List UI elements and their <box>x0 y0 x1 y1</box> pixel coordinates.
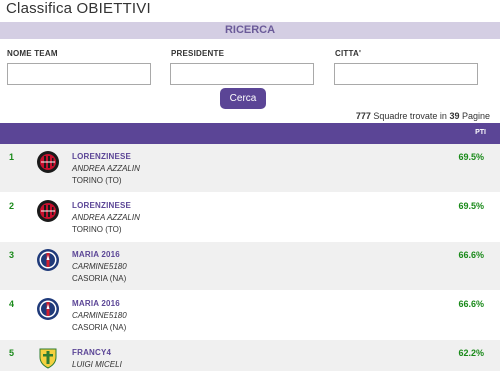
row-rank: 2 <box>9 201 15 211</box>
president-name: ANDREA AZZALIN <box>72 213 140 222</box>
president-name: CARMINE5180 <box>72 311 127 320</box>
president-name: ANDREA AZZALIN <box>72 164 140 173</box>
row-score: 66.6% <box>458 299 484 309</box>
table-row: 4 MARIA 2016 CARMINE5180 CASORIA (NA) 66… <box>0 291 500 340</box>
team-city: TORINO (TO) <box>72 225 122 234</box>
table-row: 1 LORENZINESE ANDREA AZZALIN TORINO (TO)… <box>0 144 500 193</box>
row-rank: 3 <box>9 250 15 260</box>
table-header: PTI <box>0 123 500 144</box>
team-name-link[interactable]: LORENZINESE <box>72 201 131 210</box>
search-button[interactable]: Cerca <box>220 88 266 109</box>
team-city: TORINO (TO) <box>72 176 122 185</box>
row-rank: 4 <box>9 299 15 309</box>
team-name-input[interactable] <box>7 63 151 85</box>
row-score: 62.2% <box>458 348 484 358</box>
row-score: 66.6% <box>458 250 484 260</box>
team-name-link[interactable]: LORENZINESE <box>72 152 131 161</box>
team-name-link[interactable]: FRANCY4 <box>72 348 111 357</box>
psg-crest-icon <box>37 298 59 320</box>
teams-text: Squadre trovate in <box>373 111 447 121</box>
search-band-title: RICERCA <box>0 22 500 39</box>
table-row: 3 MARIA 2016 CARMINE5180 CASORIA (NA) 66… <box>0 242 500 291</box>
ranking-table: 1 LORENZINESE ANDREA AZZALIN TORINO (TO)… <box>0 144 500 371</box>
pages-count: 39 <box>449 111 460 121</box>
milan-crest-icon <box>37 200 59 222</box>
row-score: 69.5% <box>458 152 484 162</box>
city-input[interactable] <box>334 63 478 85</box>
results-summary: 777 Squadre trovate in 39 Pagine <box>356 111 490 121</box>
score-column-header[interactable]: PTI <box>475 129 486 136</box>
team-name-label: NOME TEAM <box>7 49 58 58</box>
team-city: CASORIA (NA) <box>72 274 127 283</box>
psg-crest-icon <box>37 249 59 271</box>
president-name: CARMINE5180 <box>72 262 127 271</box>
president-label: PRESIDENTE <box>171 49 225 58</box>
team-city: CASORIA (NA) <box>72 323 127 332</box>
city-label: CITTA' <box>335 49 362 58</box>
table-row: 5 FRANCY4 LUIGI MICELI 62.2% <box>0 340 500 371</box>
table-row: 2 LORENZINESE ANDREA AZZALIN TORINO (TO)… <box>0 193 500 242</box>
page-title: Classifica OBIETTIVI <box>6 0 151 17</box>
cross-crest-icon <box>39 348 57 369</box>
milan-crest-icon <box>37 151 59 173</box>
team-name-link[interactable]: MARIA 2016 <box>72 299 120 308</box>
row-score: 69.5% <box>458 201 484 211</box>
row-rank: 5 <box>9 348 15 358</box>
president-input[interactable] <box>170 63 314 85</box>
president-name: LUIGI MICELI <box>72 360 122 369</box>
team-name-link[interactable]: MARIA 2016 <box>72 250 120 259</box>
pages-text: Pagine <box>461 111 490 121</box>
row-rank: 1 <box>9 152 15 162</box>
teams-count: 777 <box>355 111 371 121</box>
